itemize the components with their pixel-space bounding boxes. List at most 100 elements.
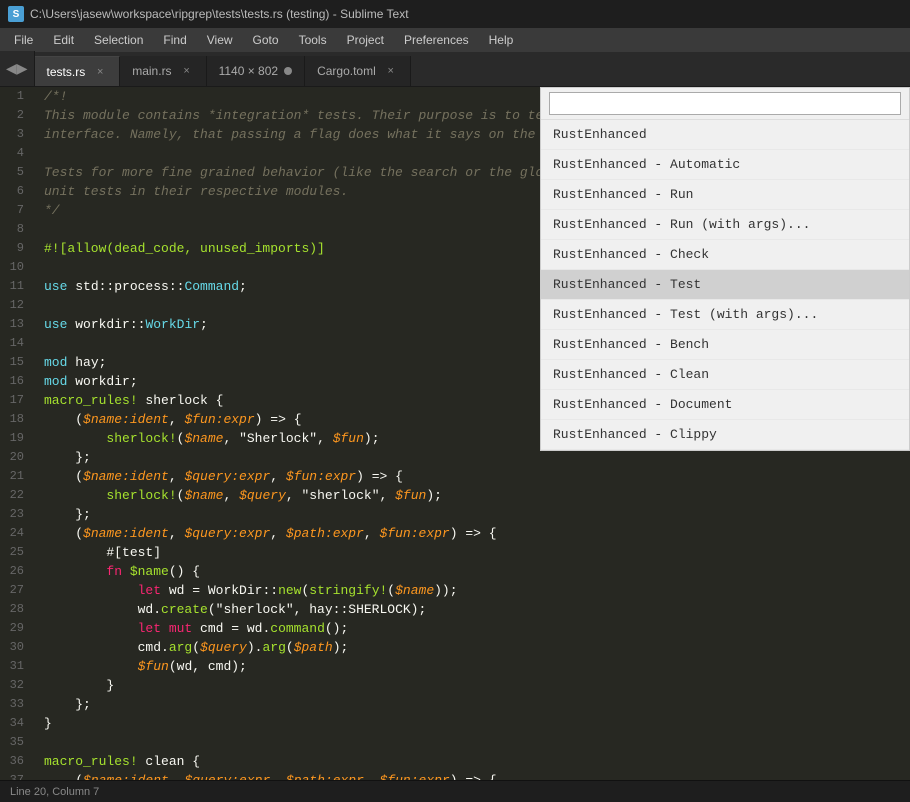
code-line: let wd = WorkDir::new(stringify!($name))… <box>44 581 910 600</box>
line-number: 29 <box>0 619 32 638</box>
line-number: 4 <box>0 144 32 163</box>
line-number: 2 <box>0 106 32 125</box>
tab-dot <box>284 67 292 75</box>
line-number: 17 <box>0 391 32 410</box>
main-area: 1234567891011121314151617181920212223242… <box>0 87 910 780</box>
menu-item-file[interactable]: File <box>4 28 43 52</box>
tab-tests-rs[interactable]: tests.rs × <box>35 56 121 86</box>
line-number: 5 <box>0 163 32 182</box>
dropdown-item-rustenhanced-bench[interactable]: RustEnhanced - Bench <box>541 330 909 360</box>
dropdown-item-rustenhanced-document[interactable]: RustEnhanced - Document <box>541 390 909 420</box>
tab-close-button[interactable]: × <box>384 64 398 78</box>
code-line: sherlock!($name, $query, "sherlock", $fu… <box>44 486 910 505</box>
code-line: macro_rules! clean { <box>44 752 910 771</box>
line-number: 22 <box>0 486 32 505</box>
code-line: fn $name() { <box>44 562 910 581</box>
line-number: 25 <box>0 543 32 562</box>
code-line: #[test] <box>44 543 910 562</box>
line-number: 30 <box>0 638 32 657</box>
menu-item-edit[interactable]: Edit <box>43 28 84 52</box>
code-line: ($name:ident, $query:expr, $path:expr, $… <box>44 524 910 543</box>
line-number: 1 <box>0 87 32 106</box>
tab-label: tests.rs <box>47 65 86 79</box>
menu-item-project[interactable]: Project <box>337 28 394 52</box>
line-number: 32 <box>0 676 32 695</box>
menu-item-tools[interactable]: Tools <box>289 28 337 52</box>
tab-close-button[interactable]: × <box>180 64 194 78</box>
line-number: 3 <box>0 125 32 144</box>
line-number: 13 <box>0 315 32 334</box>
menu-item-help[interactable]: Help <box>479 28 524 52</box>
code-line: ($name:ident, $query:expr, $path:expr, $… <box>44 771 910 780</box>
line-number: 37 <box>0 771 32 780</box>
menu-item-selection[interactable]: Selection <box>84 28 153 52</box>
dropdown-item-rustenhanced-check[interactable]: RustEnhanced - Check <box>541 240 909 270</box>
code-line: }; <box>44 695 910 714</box>
code-line: wd.create("sherlock", hay::SHERLOCK); <box>44 600 910 619</box>
dropdown-search-area[interactable] <box>541 88 909 120</box>
status-bar: Line 20, Column 7 <box>0 780 910 802</box>
line-number: 9 <box>0 239 32 258</box>
line-number: 34 <box>0 714 32 733</box>
line-number: 7 <box>0 201 32 220</box>
tab-label: 1140 × 802 <box>219 64 279 78</box>
code-line: ($name:ident, $query:expr, $fun:expr) =>… <box>44 467 910 486</box>
app-icon: S <box>8 6 24 22</box>
autocomplete-dropdown[interactable]: RustEnhancedRustEnhanced - AutomaticRust… <box>540 87 910 451</box>
tab-label: Cargo.toml <box>317 64 376 78</box>
line-number: 11 <box>0 277 32 296</box>
code-line: cmd.arg($query).arg($path); <box>44 638 910 657</box>
dropdown-item-rustenhanced-test[interactable]: RustEnhanced - Test <box>541 270 909 300</box>
line-number: 15 <box>0 353 32 372</box>
menu-item-preferences[interactable]: Preferences <box>394 28 479 52</box>
dropdown-search-input[interactable] <box>549 92 901 115</box>
line-number: 35 <box>0 733 32 752</box>
menu-item-find[interactable]: Find <box>153 28 196 52</box>
code-line: }; <box>44 505 910 524</box>
tab-bar: ◀▶ tests.rs × main.rs × 1140 × 802 Cargo.toml… <box>0 52 910 87</box>
line-number: 20 <box>0 448 32 467</box>
dropdown-item-rustenhanced[interactable]: RustEnhanced <box>541 120 909 150</box>
line-number: 26 <box>0 562 32 581</box>
dropdown-item-rustenhanced-run-args[interactable]: RustEnhanced - Run (with args)... <box>541 210 909 240</box>
line-number: 28 <box>0 600 32 619</box>
line-number: 24 <box>0 524 32 543</box>
line-number: 16 <box>0 372 32 391</box>
dropdown-item-rustenhanced-automatic[interactable]: RustEnhanced - Automatic <box>541 150 909 180</box>
code-line: let mut cmd = wd.command(); <box>44 619 910 638</box>
tab-main-rs[interactable]: main.rs × <box>120 56 206 86</box>
line-number: 36 <box>0 752 32 771</box>
line-number: 12 <box>0 296 32 315</box>
dropdown-item-rustenhanced-clean[interactable]: RustEnhanced - Clean <box>541 360 909 390</box>
line-number: 10 <box>0 258 32 277</box>
dropdown-item-rustenhanced-clippy[interactable]: RustEnhanced - Clippy <box>541 420 909 450</box>
line-number: 27 <box>0 581 32 600</box>
line-number: 19 <box>0 429 32 448</box>
status-text: Line 20, Column 7 <box>10 786 99 798</box>
line-number: 33 <box>0 695 32 714</box>
line-number: 14 <box>0 334 32 353</box>
line-number: 6 <box>0 182 32 201</box>
menu-item-goto[interactable]: Goto <box>243 28 289 52</box>
code-line: $fun(wd, cmd); <box>44 657 910 676</box>
line-number: 31 <box>0 657 32 676</box>
tab-untitled[interactable]: 1140 × 802 <box>207 56 306 86</box>
title-bar: S C:\Users\jasew\workspace\ripgrep\tests… <box>0 0 910 28</box>
code-line <box>44 733 910 752</box>
dropdown-item-rustenhanced-run[interactable]: RustEnhanced - Run <box>541 180 909 210</box>
dropdown-item-rustenhanced-test-args[interactable]: RustEnhanced - Test (with args)... <box>541 300 909 330</box>
menu-item-view[interactable]: View <box>197 28 243 52</box>
line-numbers: 1234567891011121314151617181920212223242… <box>0 87 40 780</box>
tab-label: main.rs <box>132 64 171 78</box>
line-number: 21 <box>0 467 32 486</box>
code-line: } <box>44 714 910 733</box>
tab-close-button[interactable]: × <box>93 65 107 79</box>
line-number: 18 <box>0 410 32 429</box>
code-editor[interactable]: 1234567891011121314151617181920212223242… <box>0 87 910 780</box>
line-number: 23 <box>0 505 32 524</box>
tab-navigation-arrows[interactable]: ◀▶ <box>0 51 35 86</box>
window-title: C:\Users\jasew\workspace\ripgrep\tests\t… <box>30 7 409 21</box>
code-line: } <box>44 676 910 695</box>
menu-bar: FileEditSelectionFindViewGotoToolsProjec… <box>0 28 910 52</box>
tab-cargo-toml[interactable]: Cargo.toml × <box>305 56 411 86</box>
